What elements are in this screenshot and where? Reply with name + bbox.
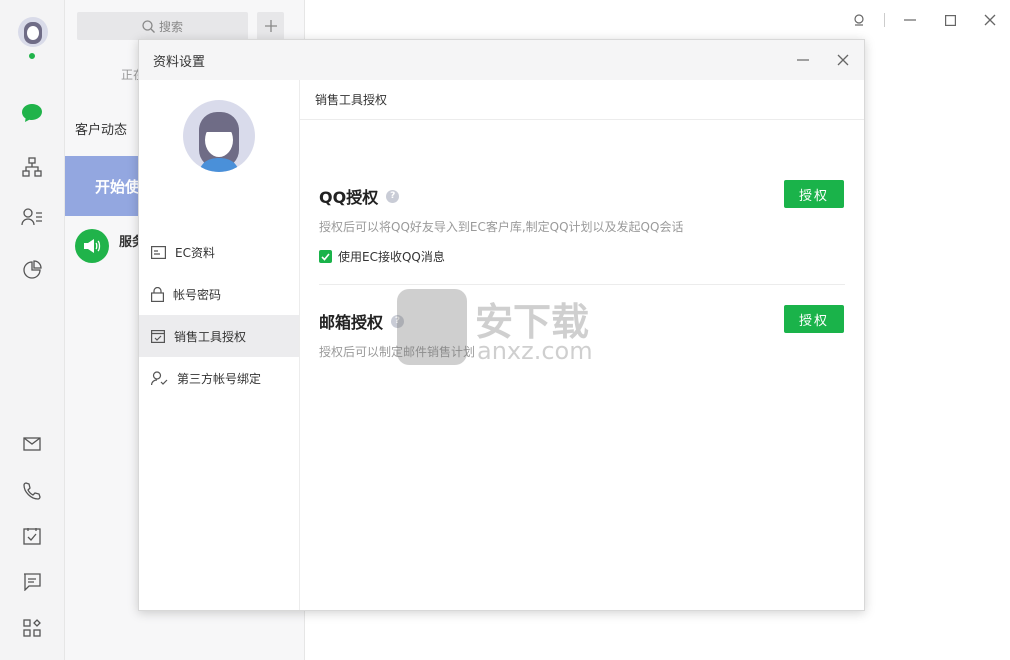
mail-icon[interactable] bbox=[20, 432, 44, 456]
qq-auth-description: 授权后可以将QQ好友导入到EC客户库,制定QQ计划以及发起QQ会话 bbox=[319, 220, 684, 234]
message-icon[interactable] bbox=[20, 570, 44, 594]
search-icon bbox=[142, 19, 155, 33]
checklist-icon bbox=[151, 330, 165, 343]
minimize-icon[interactable] bbox=[897, 8, 923, 32]
minimize-icon bbox=[797, 59, 809, 61]
settings-content: 销售工具授权 QQ授权 ? 授权 授权后可以将QQ好友导入到EC客户库,制定QQ… bbox=[300, 80, 864, 610]
qq-auth-title: QQ授权 ? bbox=[319, 184, 400, 208]
mail-auth-description: 授权后可以制定邮件销售计划 bbox=[319, 345, 476, 359]
phone-icon[interactable] bbox=[20, 479, 44, 503]
contacts-icon[interactable] bbox=[20, 205, 44, 229]
dialog-title: 资料设置 bbox=[153, 54, 206, 70]
title-separator bbox=[884, 13, 885, 27]
profile-settings-dialog: 资料设置 EC资料 帐号密码 销售工具授权 第三方帐号绑定 销售工具授权 QQ授… bbox=[138, 39, 865, 611]
pin-icon[interactable] bbox=[846, 8, 872, 32]
close-icon bbox=[837, 54, 849, 66]
mail-auth-title: 邮箱授权 ? bbox=[319, 309, 405, 333]
close-icon[interactable] bbox=[977, 8, 1003, 32]
mail-authorize-button[interactable]: 授权 bbox=[784, 305, 844, 333]
qq-receive-checkbox-label: 使用EC接收QQ消息 bbox=[338, 250, 445, 264]
search-placeholder: 搜索 bbox=[158, 19, 183, 34]
profile-avatar[interactable] bbox=[183, 100, 255, 172]
pie-chart-icon[interactable] bbox=[20, 258, 44, 282]
qq-receive-checkbox[interactable] bbox=[319, 250, 332, 263]
sidebar-item-account-password[interactable]: 帐号密码 bbox=[139, 273, 299, 315]
plus-icon bbox=[264, 20, 277, 32]
qq-auth-label: QQ授权 bbox=[319, 188, 379, 207]
search-input[interactable]: 搜索 bbox=[77, 12, 248, 40]
user-avatar[interactable] bbox=[18, 17, 48, 47]
sidebar-item-ec-profile[interactable]: EC资料 bbox=[139, 231, 299, 273]
content-title: 销售工具授权 bbox=[315, 93, 388, 107]
section-title: 客户动态 bbox=[75, 123, 128, 138]
qq-receive-checkbox-row[interactable]: 使用EC接收QQ消息 bbox=[319, 248, 445, 265]
online-status-dot bbox=[27, 51, 37, 61]
speaker-icon bbox=[75, 229, 109, 263]
maximize-icon[interactable] bbox=[937, 8, 963, 32]
sidebar-item-third-party-binding[interactable]: 第三方帐号绑定 bbox=[139, 357, 299, 399]
sidebar-item-label: EC资料 bbox=[175, 245, 215, 260]
user-check-icon bbox=[151, 370, 168, 385]
mail-auth-label: 邮箱授权 bbox=[319, 313, 384, 332]
sidebar-item-label: 销售工具授权 bbox=[174, 329, 247, 344]
chat-icon[interactable] bbox=[20, 101, 44, 125]
banner-text: 开始使 bbox=[95, 177, 141, 196]
settings-sidebar: EC资料 帐号密码 销售工具授权 第三方帐号绑定 bbox=[139, 80, 300, 610]
check-icon bbox=[321, 252, 330, 261]
sidebar-item-label: 第三方帐号绑定 bbox=[177, 371, 262, 386]
lock-icon bbox=[151, 286, 164, 302]
help-icon[interactable]: ? bbox=[386, 189, 400, 203]
apps-icon[interactable] bbox=[20, 616, 44, 640]
list-item-service[interactable]: 服务 bbox=[75, 229, 145, 263]
add-button[interactable] bbox=[257, 12, 284, 40]
content-header: 销售工具授权 bbox=[300, 80, 864, 120]
org-chart-icon[interactable] bbox=[20, 155, 44, 179]
dialog-minimize-button[interactable] bbox=[791, 48, 815, 72]
qq-authorize-button[interactable]: 授权 bbox=[784, 180, 844, 208]
dialog-close-button[interactable] bbox=[831, 48, 855, 72]
sidebar-item-label: 帐号密码 bbox=[173, 287, 222, 302]
sidebar-item-sales-tool-auth[interactable]: 销售工具授权 bbox=[139, 315, 299, 357]
help-icon[interactable]: ? bbox=[391, 314, 405, 328]
nav-rail bbox=[0, 0, 65, 660]
id-card-icon bbox=[151, 245, 166, 259]
task-icon[interactable] bbox=[20, 524, 44, 548]
dialog-header: 资料设置 bbox=[139, 40, 864, 80]
section-divider bbox=[319, 284, 845, 285]
